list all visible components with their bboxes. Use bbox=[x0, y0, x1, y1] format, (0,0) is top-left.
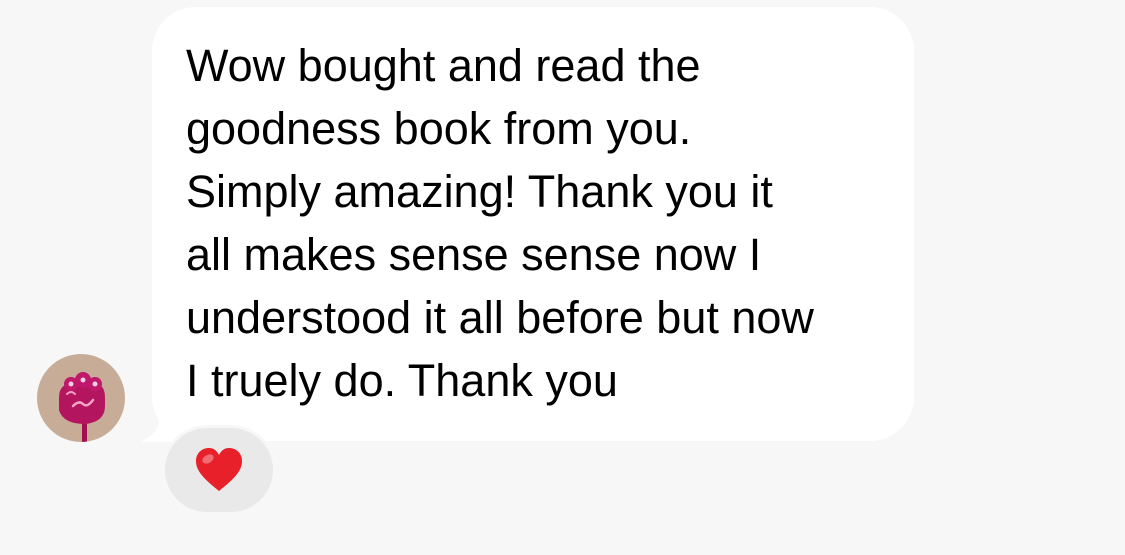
sender-avatar[interactable] bbox=[37, 354, 125, 442]
reaction-badge[interactable] bbox=[162, 425, 276, 515]
message-text: Wow bought and read the goodness book fr… bbox=[186, 40, 814, 406]
message-thread: Wow bought and read the goodness book fr… bbox=[0, 0, 1125, 555]
flower-icon bbox=[59, 372, 105, 442]
heart-icon bbox=[196, 448, 242, 491]
